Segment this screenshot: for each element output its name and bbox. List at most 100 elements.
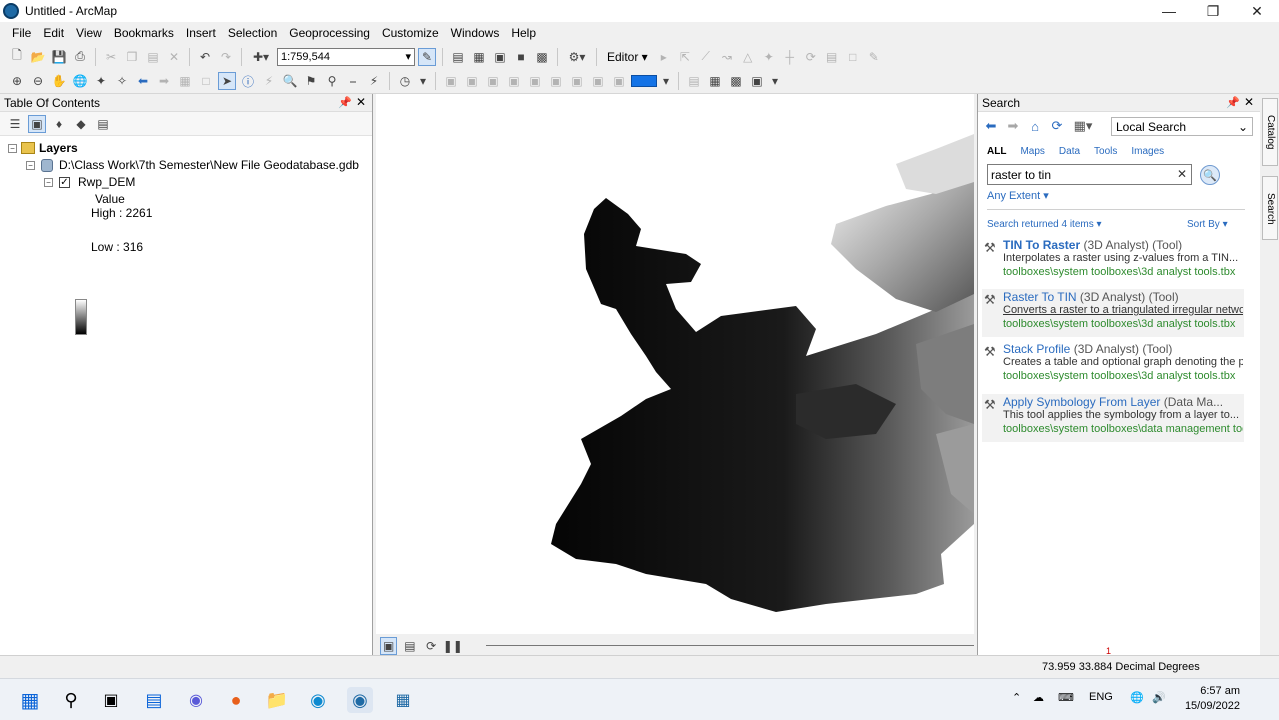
python-icon[interactable]: ▩ [533,48,551,66]
zoom-in-icon[interactable]: ⊕ [8,72,26,90]
search-result[interactable]: ⚒ Stack Profile (3D Analyst) (Tool) Crea… [982,341,1244,389]
undo-icon[interactable]: ↶ [196,48,214,66]
tin-tool-6-icon[interactable]: ▣ [547,72,565,90]
find-icon[interactable]: 🔍 [281,72,299,90]
delete-icon[interactable]: ✕ [165,48,183,66]
search-side-tab[interactable]: Search [1262,176,1278,240]
chevron-up-icon[interactable]: ⌃ [1012,691,1021,704]
tab-data[interactable]: Data [1059,146,1080,157]
chevron-down-icon[interactable]: ▾ [660,72,672,90]
print-icon[interactable]: ⎙ [71,48,89,66]
layer-node-rwp-dem[interactable]: − ✓ Rwp_DEM [44,175,135,189]
options-icon[interactable]: ▤ [94,115,112,133]
search-result[interactable]: ⚒ Raster To TIN (3D Analyst) (Tool) Conv… [982,289,1244,337]
search-scope-dropdown[interactable]: Local Search ⌄ [1111,117,1253,136]
select-elements-icon[interactable]: ➤ [218,72,236,90]
trace-icon[interactable]: ↝ [718,48,736,66]
search-result[interactable]: ⚒ TIN To Raster (3D Analyst) (Tool) Inte… [982,237,1244,285]
widgets-icon[interactable]: ▤ [141,687,167,713]
list-by-visibility-icon[interactable]: ♦ [50,115,68,133]
teams-chat-icon[interactable]: ◉ [183,687,209,713]
back-icon[interactable]: ⬅ [982,117,1000,135]
time-slider-icon[interactable]: ◷ [396,72,414,90]
refresh-icon[interactable]: ⟳ [423,637,440,655]
results-count[interactable]: Search returned 4 items ▾ [987,219,1102,230]
file-explorer-icon[interactable]: 📁 [264,687,290,713]
select-features-icon[interactable]: ▦ [176,72,194,90]
search-icon[interactable]: 🔍 [1200,165,1220,185]
menu-geoprocessing[interactable]: Geoprocessing [283,26,376,40]
list-by-drawing-order-icon[interactable]: ☰ [6,115,24,133]
task-view-icon[interactable]: ▣ [98,687,124,713]
sketch-properties-icon[interactable]: □ [844,48,862,66]
snap-icon[interactable]: ✦ [760,48,778,66]
tab-tools[interactable]: Tools [1094,146,1117,157]
data-view-icon[interactable]: ▣ [380,636,398,655]
pin-icon[interactable]: 📌 [1226,96,1240,109]
menu-edit[interactable]: Edit [37,26,70,40]
menu-help[interactable]: Help [505,26,542,40]
firefox-icon[interactable]: ● [223,687,249,713]
close-icon[interactable]: ✕ [1244,95,1254,109]
hyperlink-icon[interactable]: ⚡ [365,72,383,90]
model-builder-icon[interactable]: ⚙▾ [564,48,590,66]
catalog-side-tab[interactable]: Catalog [1262,98,1278,166]
back-icon[interactable]: ⬅ [134,72,152,90]
list-by-selection-icon[interactable]: ◆ [72,115,90,133]
goto-xy-icon[interactable]: ⚲ [323,72,341,90]
create-features-icon[interactable]: ✎ [865,48,883,66]
edge-icon[interactable]: ◉ [305,687,331,713]
measure-icon[interactable]: ⎯ [344,72,362,90]
geodatabase-node[interactable]: − D:\Class Work\7th Semester\New File Ge… [26,158,359,172]
extent-filter[interactable]: Any Extent ▾ [987,189,1049,202]
table-of-contents-icon[interactable]: ▤ [449,48,467,66]
map-scale-combo[interactable]: 1:759,544 ▾ [277,47,415,66]
fixed-zoom-in-icon[interactable]: ✦ [92,72,110,90]
pin-icon[interactable]: 📌 [338,96,352,109]
forward-icon[interactable]: ➡ [155,72,173,90]
tab-images[interactable]: Images [1131,146,1164,157]
toolbar-overflow-icon[interactable]: ▾ [417,72,429,90]
tab-maps[interactable]: Maps [1020,146,1044,157]
find-route-icon[interactable]: ⚑ [302,72,320,90]
result-title[interactable]: Raster To TIN [1003,290,1077,304]
tin-tool-4-icon[interactable]: ▣ [505,72,523,90]
add-data-icon[interactable]: ✚▾ [248,48,274,66]
input-language[interactable]: ENG [1089,691,1113,703]
list-by-source-icon[interactable]: ▣ [28,114,46,133]
3d-tool-icon[interactable]: ▣ [748,72,766,90]
map-view[interactable] [376,94,974,634]
rotate-icon[interactable]: ⟳ [802,48,820,66]
tin-tool-9-icon[interactable]: ▣ [610,72,628,90]
home-icon[interactable]: ⌂ [1026,117,1044,135]
layer-color-swatch[interactable] [631,75,657,87]
split-icon[interactable]: ┼ [781,48,799,66]
fixed-zoom-out-icon[interactable]: ✧ [113,72,131,90]
edit-annotation-icon[interactable]: ⇱ [676,48,694,66]
pause-drawing-icon[interactable]: ❚❚ [443,637,463,655]
menu-bookmarks[interactable]: Bookmarks [108,26,180,40]
new-icon[interactable]: 🗋 [8,48,26,66]
search-input[interactable]: raster to tin ✕ [987,164,1192,185]
menu-file[interactable]: File [6,26,37,40]
construction-icon[interactable]: △ [739,48,757,66]
redo-icon[interactable]: ↷ [217,48,235,66]
layers-node[interactable]: − Layers [8,141,78,155]
menu-windows[interactable]: Windows [445,26,506,40]
editor-toolbar-icon[interactable]: ✎ [418,47,436,66]
html-popup-icon[interactable]: ⚡ [260,72,278,90]
result-title[interactable]: TIN To Raster [1003,238,1080,252]
close-button[interactable]: ✕ [1235,0,1279,22]
forward-icon[interactable]: ➡ [1004,117,1022,135]
result-title[interactable]: Apply Symbology From Layer [1003,395,1160,409]
identify-icon[interactable]: ⓘ [239,72,257,90]
editor-menu[interactable]: Editor ▾ [603,50,652,64]
menu-selection[interactable]: Selection [222,26,283,40]
arctoolbox-icon[interactable]: ■ [512,48,530,66]
paste-icon[interactable]: ▤ [144,48,162,66]
tin-tool-1-icon[interactable]: ▣ [442,72,460,90]
catalog-icon[interactable]: ▦ [470,48,488,66]
arcscene-icon[interactable]: ▦ [706,72,724,90]
search-result[interactable]: ⚒ Apply Symbology From Layer (Data Ma...… [982,394,1244,442]
cut-icon[interactable]: ✂ [102,48,120,66]
